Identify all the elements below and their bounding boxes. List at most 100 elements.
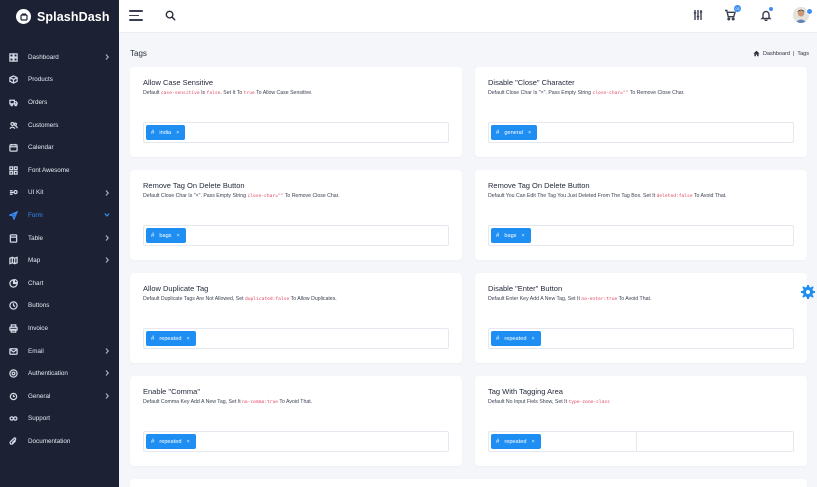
sidebar-item-table[interactable]: Table [0,227,119,250]
sidebar-item-ui-kit[interactable]: UI Kit [0,182,119,205]
code-snippet: case-sensitive [160,91,200,96]
remove-tag-icon[interactable]: × [528,130,531,136]
code-snippet: true [243,91,255,96]
tag-chip[interactable]: # india × [146,125,186,140]
map-icon [8,256,18,266]
sidebar-item-invoice[interactable]: Invoice [0,317,119,340]
card-title: Remove Tag On Delete Button [488,181,590,190]
description-text: Default Comma Key Add A New Tag, Set It [143,399,243,405]
tags-input[interactable]: # repeated × [488,431,794,452]
hash-icon: # [151,438,155,445]
hash-icon: # [496,129,500,136]
sidebar-item-support[interactable]: Support [0,408,119,431]
sidebar-item-map[interactable]: Map [0,249,119,272]
tag-chip[interactable]: # repeated × [491,434,541,449]
sidebar-item-orders[interactable]: Orders [0,91,119,114]
hash-icon: # [496,335,500,342]
sidebar-item-customers[interactable]: Customers [0,114,119,137]
card-description: Default case-sensitive Is false. Set It … [143,90,313,96]
tags-input[interactable]: # repeated × [488,328,794,349]
card-description: Default Comma Key Add A New Tag, Set It … [143,399,312,405]
description-text: To Allow Case Sensitive. [254,90,313,96]
tags-input[interactable]: # repeated × [143,431,449,452]
sidebar-item-authentication[interactable]: Authentication [0,362,119,385]
chevron-right-icon [104,347,110,355]
hash-icon: # [151,129,155,136]
tag-demo-card: Disable "Close" Character Default Close C… [475,67,807,157]
card-description: Default Close Char Is "×". Pass Empty St… [143,193,340,199]
tag-label: repeated [159,335,182,342]
tag-chip[interactable]: # repeated × [146,434,196,449]
sidebar-item-label: Chart [28,279,44,287]
sidebar-item-label: UI Kit [28,189,44,197]
sidebar-item-form[interactable]: Form [0,204,119,227]
remove-tag-icon[interactable]: × [186,336,189,342]
menu-toggle-icon[interactable] [129,10,143,21]
tags-input[interactable]: # general × [488,122,794,143]
tag-label: repeated [504,438,527,445]
tag-chip[interactable]: # repeated × [491,331,541,346]
settings-sliders-icon[interactable] [692,8,704,26]
remove-tag-icon[interactable]: × [531,439,534,445]
tag-demo-card: Allow Case Sensitive Default case-sensiti… [130,67,462,157]
remove-tag-icon[interactable]: × [521,233,524,239]
tag-chip[interactable]: # bags × [146,228,186,243]
description-text: To Avoid That. [617,296,652,302]
breadcrumb-current: Tags [797,50,809,57]
breadcrumb-separator: | [792,50,795,57]
sidebar-item-general[interactable]: General [0,385,119,408]
sidebar-item-documentation[interactable]: Documentation [0,430,119,453]
sidebar-item-chart[interactable]: Chart [0,272,119,295]
tags-input[interactable]: # repeated × [143,328,449,349]
tag-label: repeated [159,438,182,445]
code-snippet: type-zone-class [568,400,610,405]
mail-icon [8,346,18,356]
hash-icon: # [496,232,500,239]
sidebar-item-label: Email [28,347,44,355]
sidebar-item-calendar[interactable]: Calendar [0,136,119,159]
description-text: To Allow Duplicates. [289,296,337,302]
tag-label: general [504,129,524,136]
sidebar-item-dashboard[interactable]: Dashboard [0,46,119,69]
brand[interactable]: SplashDash [0,0,119,33]
tag-chip[interactable]: # repeated × [146,331,196,346]
remove-tag-icon[interactable]: × [176,233,179,239]
description-text: Default [143,90,161,96]
bell-icon[interactable] [760,7,773,26]
gear-icon[interactable] [801,285,815,299]
lock-icon [8,369,18,379]
tags-input[interactable]: # bags × [488,225,794,246]
code-snippet: no-enter:true [581,297,618,302]
sidebar-item-font-awesome[interactable]: Font Awesome [0,159,119,182]
top-header: 03 [119,0,817,33]
card-description: Default Enter Key Add A New Tag, Set It … [488,296,651,302]
cursor-icon [8,301,18,311]
remove-tag-icon[interactable]: × [186,439,189,445]
hash-icon: # [496,438,500,445]
sidebar-item-label: Table [28,234,44,242]
paperclip-icon [8,436,18,446]
tags-input[interactable]: # india × [143,122,449,143]
remove-tag-icon[interactable]: × [531,336,534,342]
breadcrumb-home[interactable]: Dashboard [763,51,790,57]
sidebar-item-products[interactable]: Products [0,69,119,92]
tag-demo-card: Remove Tag On Delete Button Default Close… [130,170,462,260]
brand-name: SplashDash [37,9,110,24]
sidebar-item-buttons[interactable]: Buttons [0,295,119,318]
tag-chip[interactable]: # bags × [491,228,531,243]
tags-input[interactable]: # bags × [143,225,449,246]
search-icon[interactable] [165,10,176,21]
sidebar-item-email[interactable]: Email [0,340,119,363]
remove-tag-icon[interactable]: × [176,130,179,136]
description-text: To Avoid That. [692,193,727,199]
tag-chip[interactable]: # general × [491,125,538,140]
cart-count-badge: 03 [734,5,741,12]
tag-label: india [159,129,172,136]
chevron-right-icon [104,392,110,400]
cart-icon[interactable]: 03 [724,5,741,26]
brand-logo-icon [16,9,31,24]
code-snippet: deleted:false [656,194,693,199]
description-text: . Set It To [220,90,244,96]
tag-demo-card: Enable "Comma" Default Comma Key Add A Ne… [130,376,462,466]
sidebar-item-label: Font Awesome [28,166,70,174]
